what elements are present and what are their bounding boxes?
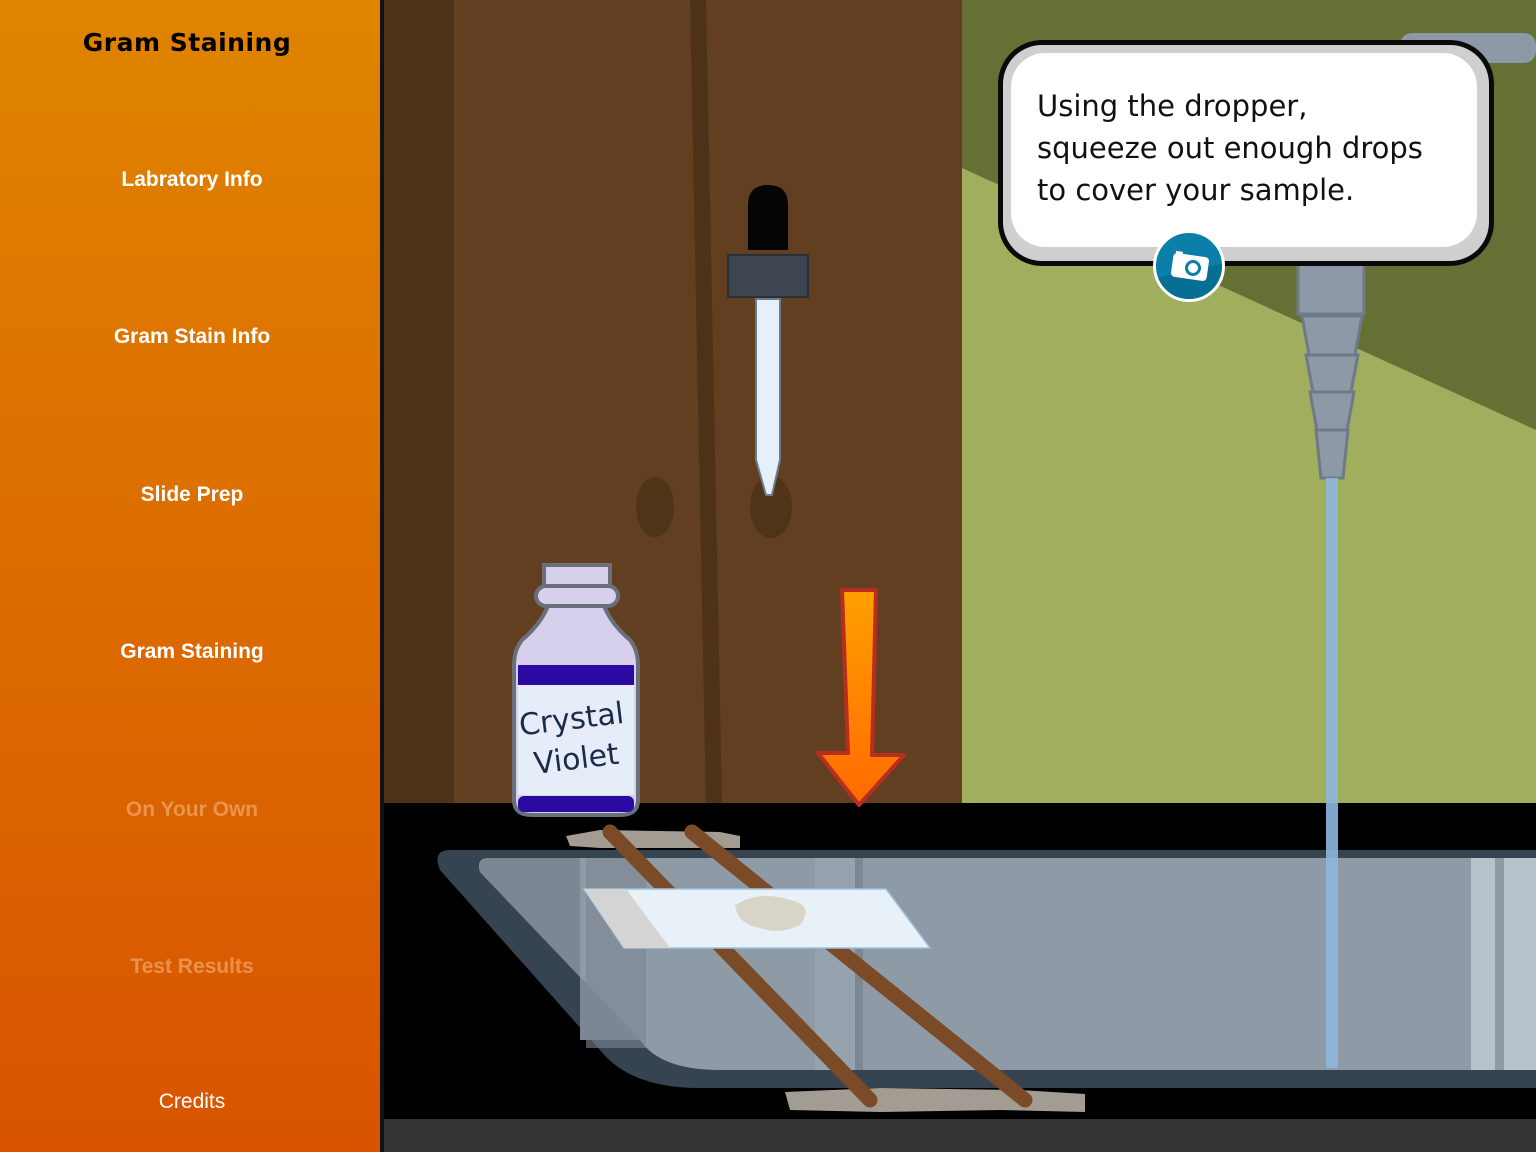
faucet-tip [1314,428,1350,480]
bottle-liquid-band [518,665,634,685]
faucet-neck [1296,260,1366,316]
sidebar-item-laboratory-info[interactable]: Labratory Info [0,168,384,192]
sidebar-item-gram-stain-info[interactable]: Gram Stain Info [0,325,384,349]
faucet-segment [1304,353,1360,394]
instruction-bubble: Using the dropper, squeeze out enough dr… [998,40,1494,266]
faucet-segment [1308,390,1356,432]
dropper-bulb [748,185,788,250]
sidebar-title: Gram Staining [82,28,292,57]
sidebar: Gram Staining Labratory Info Gram Stain … [0,0,380,1152]
sidebar-item-test-results[interactable]: Test Results [0,955,384,979]
sidebar-item-credits[interactable]: Credits [0,1090,384,1114]
bottle-cap-threads [542,563,612,589]
sink-highlight [1471,858,1495,1070]
bottle-label-text: Crystal Violet [517,695,626,782]
camera-icon [1171,250,1209,281]
sidebar-item-slide-prep[interactable]: Slide Prep [0,483,384,507]
dropper-tube [755,298,781,496]
instruction-text: Using the dropper, squeeze out enough dr… [1037,89,1423,207]
bottle-neck [534,584,620,608]
sink-shadow-band [586,858,646,1048]
sidebar-item-gram-staining[interactable]: Gram Staining [0,640,384,664]
tape-bottom [785,1088,1085,1112]
dropper-cap [727,254,809,298]
bottle-bottom-liquid [518,796,634,812]
water-stream [1326,478,1338,1068]
camera-button[interactable] [1153,230,1225,302]
cabinet [384,0,964,805]
cabinet-shadow [384,0,454,805]
sink-highlight [1504,858,1536,1070]
cabinet-knob-left [636,477,674,537]
faucet-segment [1300,314,1364,357]
counter-front [384,1119,1536,1152]
sidebar-item-on-your-own[interactable]: On Your Own [0,798,384,822]
